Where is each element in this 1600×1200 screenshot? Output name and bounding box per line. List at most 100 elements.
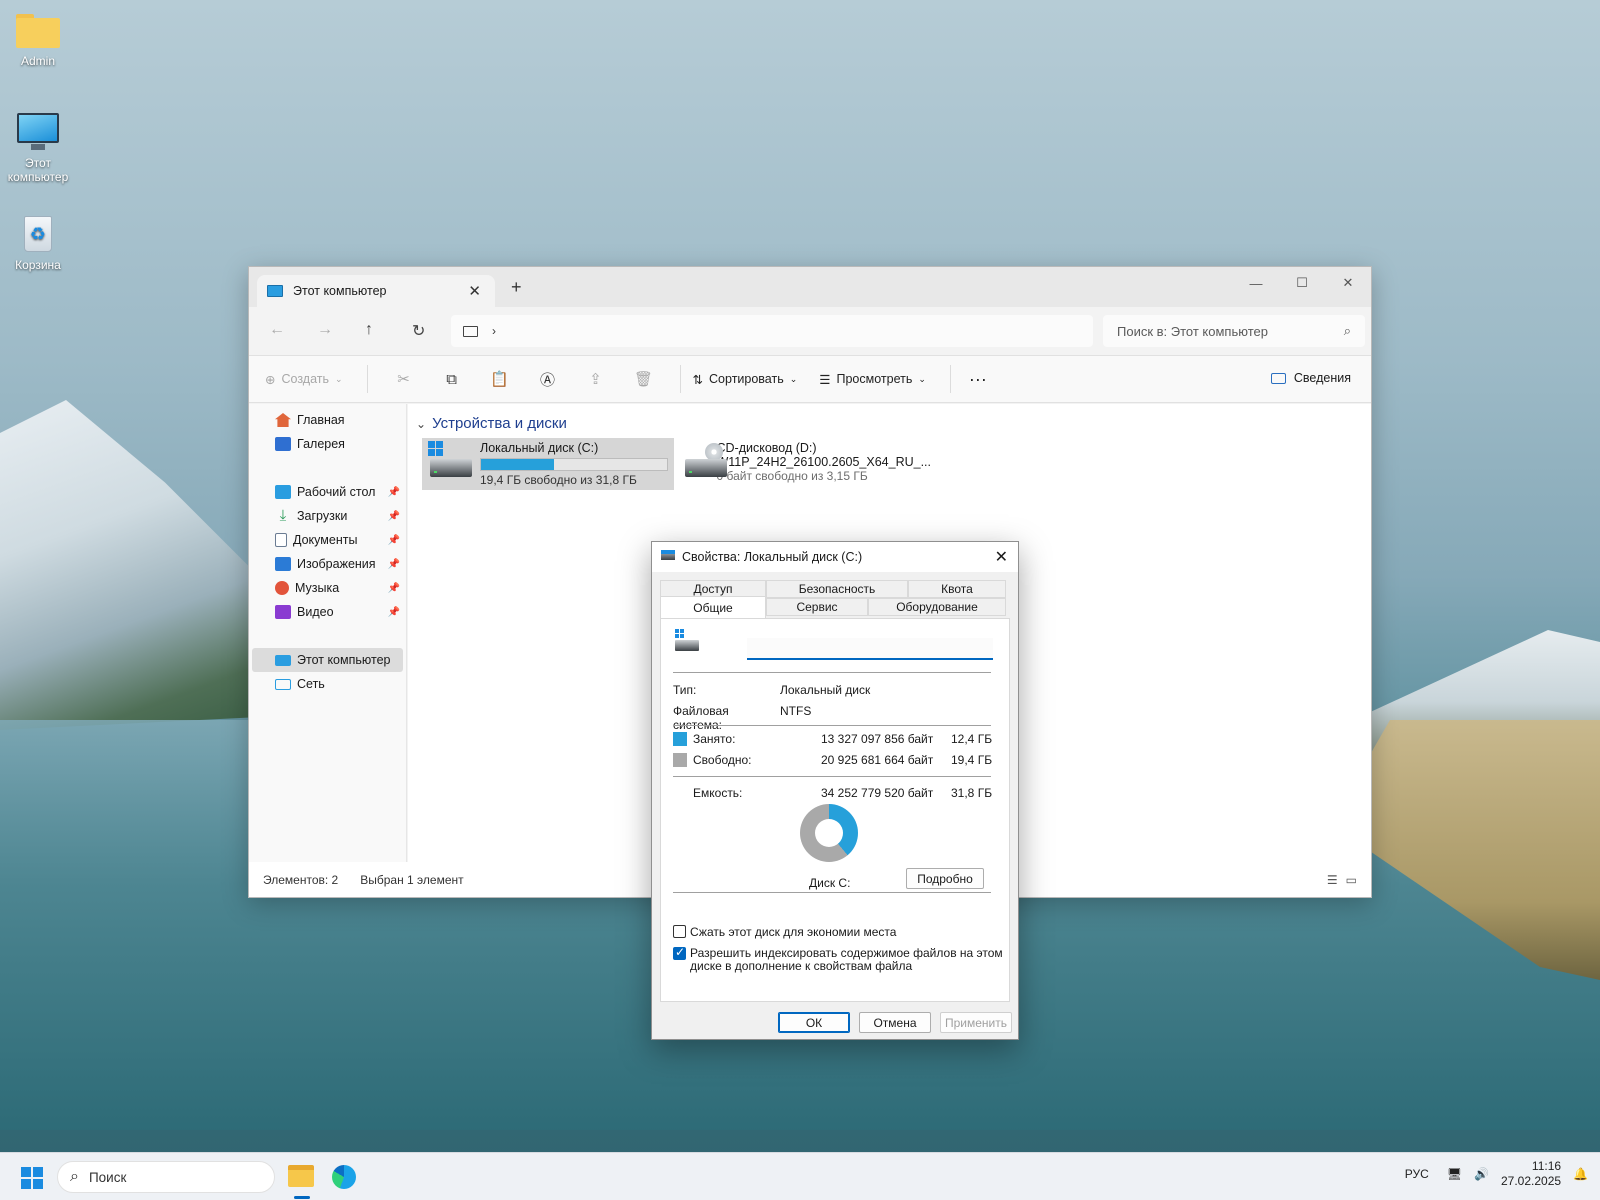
tab-label: Оборудование — [896, 600, 978, 614]
file-explorer-taskbar-icon[interactable] — [288, 1165, 314, 1187]
compress-row[interactable]: Сжать этот диск для экономии места — [673, 925, 896, 939]
index-row[interactable]: Разрешить индексировать содержимое файло… — [673, 945, 1003, 973]
tab-hardware[interactable]: Оборудование — [868, 598, 1006, 616]
sidebar-item-video[interactable]: Видео 📌 — [249, 600, 406, 624]
monitor-icon — [267, 285, 283, 297]
search-icon: ⌕ — [1343, 323, 1351, 338]
up-icon[interactable]: ↑ — [365, 321, 373, 339]
details-button[interactable]: Сведения — [1270, 371, 1351, 385]
section-header[interactable]: ⌄ Устройства и диски — [416, 415, 567, 432]
cancel-button[interactable]: Отмена — [859, 1012, 931, 1033]
forward-icon[interactable]: → — [317, 321, 333, 339]
notification-icon[interactable]: 🔔 — [1573, 1167, 1588, 1181]
close-tab-icon[interactable]: ✕ — [468, 282, 481, 300]
index-checkbox[interactable] — [673, 945, 686, 960]
volume-name-input[interactable] — [747, 638, 993, 660]
sort-button[interactable]: ⇅ Сортировать ⌄ — [693, 372, 798, 387]
sidebar-item-label: Главная — [297, 413, 345, 427]
minimize-icon[interactable]: — — [1233, 267, 1279, 299]
rename-icon[interactable]: Ⓐ — [524, 369, 572, 390]
sidebar-item-gallery[interactable]: Галерея — [249, 432, 406, 456]
command-bar: ⊕ Создать ⌄ ✂ ⧉ 📋 Ⓐ ⇪ 🗑 ⇅ Сортировать ⌄ … — [249, 355, 1371, 403]
sidebar-item-documents[interactable]: Документы 📌 — [249, 528, 406, 552]
share-icon[interactable]: ⇪ — [572, 370, 620, 388]
drive-info: CD-дисковод (D:) W11P_24H2_26100.2605_X6… — [716, 441, 931, 487]
view-button[interactable]: ☰ Просмотреть ⌄ — [819, 372, 926, 387]
close-icon[interactable]: ✕ — [1325, 267, 1371, 299]
language-indicator[interactable]: РУС — [1405, 1167, 1429, 1181]
create-button[interactable]: ⊕ Создать ⌄ — [265, 372, 343, 387]
ok-label: ОК — [805, 1015, 823, 1030]
sidebar-item-home[interactable]: Главная — [249, 408, 406, 432]
filesystem-value: NTFS — [780, 704, 812, 718]
clock[interactable]: 11:16 27.02.2025 — [1501, 1159, 1561, 1189]
sidebar-item-images[interactable]: Изображения 📌 — [249, 552, 406, 576]
sidebar-item-this-pc[interactable]: Этот компьютер — [252, 648, 403, 672]
clock-time: 11:16 — [1531, 1159, 1562, 1173]
pin-icon[interactable]: 📌 — [388, 535, 400, 546]
section-title: Устройства и диски — [432, 415, 567, 432]
ok-button[interactable]: ОК — [778, 1012, 850, 1033]
toolbar-divider — [679, 365, 681, 393]
compress-label: Сжать этот диск для экономии места — [690, 925, 897, 939]
pin-icon[interactable]: 📌 — [388, 487, 400, 498]
selection-count: Выбран 1 элемент — [360, 872, 464, 887]
sidebar-item-downloads[interactable]: ⤓ Загрузки 📌 — [249, 504, 406, 528]
tab-service[interactable]: Сервис — [766, 598, 868, 616]
network-icon[interactable]: 🖥 — [1447, 1167, 1462, 1181]
sidebar-item-label: Загрузки — [297, 509, 348, 523]
desktop-icon-admin[interactable]: Admin — [0, 10, 76, 68]
details-view-icon[interactable]: ☰ — [1327, 873, 1338, 887]
sidebar-item-desktop[interactable]: Рабочий стол 📌 — [249, 480, 406, 504]
back-icon[interactable]: ← — [269, 321, 285, 339]
view-switcher: ☰ ▭ — [1327, 873, 1357, 887]
capacity-row: Емкость: 34 252 779 520 байт 31,8 ГБ — [693, 786, 992, 800]
music-icon — [275, 581, 289, 595]
desktop-icon-recycle[interactable]: ♻ Корзина — [0, 214, 76, 272]
volume-icon[interactable]: 🔊 — [1474, 1167, 1489, 1181]
disk-usage-pie — [800, 804, 858, 862]
sidebar-item-music[interactable]: Музыка 📌 — [249, 576, 406, 600]
address-bar[interactable]: › — [451, 315, 1093, 347]
drive-c[interactable]: Локальный диск (C:) 19,4 ГБ свободно из … — [422, 438, 674, 490]
pin-icon[interactable]: 📌 — [388, 583, 400, 594]
drive-free-text: 19,4 ГБ свободно из 31,8 ГБ — [480, 473, 637, 487]
free-size: 19,4 ГБ — [951, 753, 993, 767]
maximize-icon[interactable]: ☐ — [1279, 267, 1325, 299]
apply-button[interactable]: Применить — [940, 1012, 1012, 1033]
search-input[interactable]: Поиск в: Этот компьютер ⌕ — [1103, 315, 1365, 347]
new-tab-icon[interactable]: + — [511, 277, 522, 298]
pin-icon[interactable]: 📌 — [388, 559, 400, 570]
tab-general[interactable]: Общие — [660, 596, 766, 618]
delete-icon[interactable]: 🗑 — [620, 370, 668, 388]
windows-drive-icon — [675, 629, 701, 655]
pin-icon[interactable]: 📌 — [388, 607, 400, 618]
pin-icon[interactable]: 📌 — [388, 511, 400, 522]
edge-icon[interactable] — [332, 1165, 356, 1189]
paste-icon[interactable]: 📋 — [476, 370, 524, 388]
drive-d[interactable]: CD-дисковод (D:) W11P_24H2_26100.2605_X6… — [677, 438, 937, 490]
start-icon[interactable] — [21, 1167, 43, 1189]
desktop-icon-this-pc[interactable]: Этот компьютер — [0, 112, 76, 184]
details-label: Сведения — [1293, 371, 1351, 385]
sidebar-item-network[interactable]: Сеть — [249, 672, 406, 696]
sidebar-item-label: Изображения — [297, 557, 376, 571]
close-icon[interactable]: ✕ — [995, 547, 1008, 567]
taskbar-search[interactable]: ⌕ Поиск — [57, 1161, 275, 1193]
tab-quota[interactable]: Квота — [908, 580, 1006, 598]
sidebar-item-label: Документы — [293, 533, 358, 547]
refresh-icon[interactable]: ↻ — [412, 321, 425, 341]
download-icon: ⤓ — [279, 507, 287, 524]
tiles-view-icon[interactable]: ▭ — [1346, 873, 1357, 887]
details-button[interactable]: Подробно — [906, 868, 984, 889]
compress-checkbox[interactable] — [673, 925, 686, 938]
more-icon[interactable]: ··· — [963, 369, 993, 390]
tab-this-pc[interactable]: Этот компьютер ✕ — [257, 275, 495, 307]
desktop-icon-label: Этот компьютер — [7, 156, 69, 184]
tab-bar: Этот компьютер ✕ + — ☐ ✕ — [249, 267, 1371, 307]
sort-label: Сортировать — [709, 372, 784, 386]
tab-security[interactable]: Безопасность — [766, 580, 908, 598]
copy-icon[interactable]: ⧉ — [428, 371, 476, 388]
cut-icon[interactable]: ✂ — [380, 370, 428, 388]
desktop-icon — [275, 485, 291, 499]
